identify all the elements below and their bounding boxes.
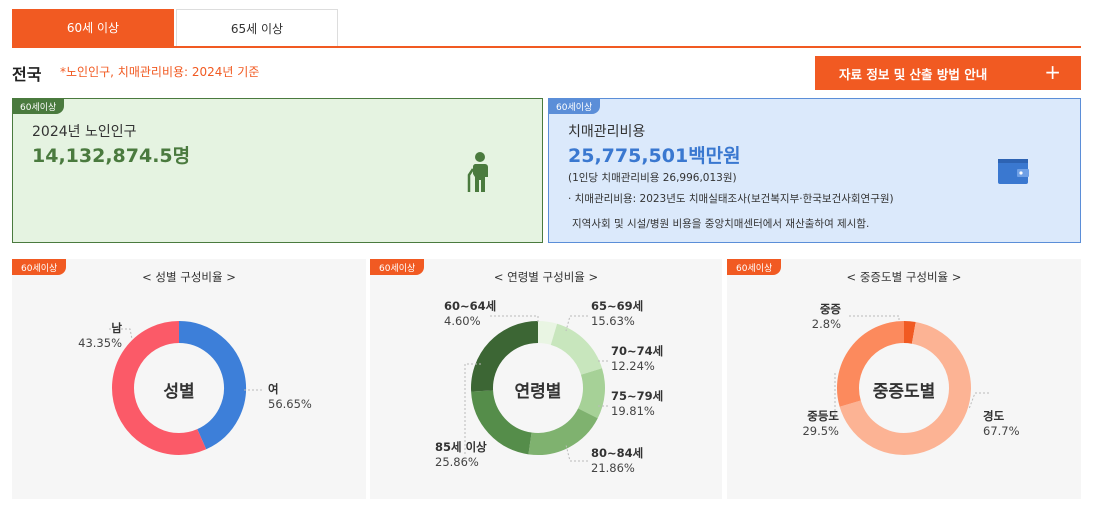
slice-label-moderate: 중등도 29.5%: [802, 409, 839, 438]
slice-label-severe: 중증 2.8%: [811, 302, 841, 331]
plus-icon: +: [1044, 60, 1061, 84]
age-tabs: 60세 이상 65세 이상: [12, 9, 1081, 48]
population-card: 60세이상 2024년 노인인구 14,132,874.5명: [12, 98, 543, 243]
slice-60-64[interactable]: [537, 321, 558, 345]
tab-65-plus[interactable]: 65세 이상: [176, 9, 338, 46]
severity-chart-panel: 60세이상 < 중증도별 구성비율 > 중증도별 중증 2.8% 경도 67.7…: [727, 259, 1081, 499]
donut-center-label: 중증도별: [872, 382, 936, 402]
population-label: 2024년 노인인구: [32, 124, 137, 140]
data-basis-note: *노인인구, 치매관리비용: 2024년 기준: [60, 65, 260, 79]
age-badge: 60세이상: [548, 98, 601, 114]
leader-line: [849, 315, 900, 322]
slice-label-female: 여 56.65%: [268, 382, 312, 411]
leader-line: [565, 444, 588, 462]
dementia-cost-card: 60세이상 치매관리비용 25,775,501백만원 (1인당 치매관리비용 2…: [548, 98, 1081, 243]
slice-severe[interactable]: [903, 321, 916, 344]
slice-label-60-64: 60~64세 4.60%: [444, 299, 497, 328]
cost-value: 25,775,501백만원: [568, 145, 741, 167]
slice-75-79[interactable]: [528, 407, 598, 455]
age-chart-panel: 60세이상 < 연령별 구성비율 > 연령별 60~64세 4.60% 65~6…: [370, 259, 722, 499]
slice-label-70-74: 70~74세 12.24%: [611, 344, 664, 373]
data-guide-label: 자료 정보 및 산출 방법 안내: [839, 66, 988, 82]
slice-label-85-plus: 85세 이상 25.86%: [435, 440, 487, 469]
slice-label-mild: 경도 67.7%: [983, 409, 1020, 438]
slice-label-65-69: 65~69세 15.63%: [591, 299, 644, 328]
age-badge: 60세이상: [12, 98, 65, 114]
slice-label-male: 남 43.35%: [78, 321, 122, 350]
cost-method-note: 지역사회 및 시설/병원 비용을 중앙치매센터에서 재산출하여 제시함.: [572, 218, 870, 230]
slice-70-74[interactable]: [577, 368, 605, 419]
slice-label-80-84: 80~84세 21.86%: [591, 446, 644, 475]
slice-65-69[interactable]: [550, 323, 603, 376]
tab-60-plus[interactable]: 60세 이상: [12, 9, 174, 46]
population-value: 14,132,874.5명: [32, 145, 191, 167]
leader-line: [968, 392, 989, 410]
wallet-icon: [998, 159, 1029, 184]
donut-center-label: 성별: [163, 382, 195, 402]
cost-label: 치매관리비용: [568, 124, 646, 140]
elderly-person-icon: [467, 152, 488, 192]
gender-chart-panel: 60세이상 < 성별 구성비율 > 성별 남 43.35% 여 56.65%: [12, 259, 366, 499]
region-title: 전국: [12, 65, 42, 84]
donut-center-label: 연령별: [514, 382, 562, 402]
data-guide-button[interactable]: 자료 정보 및 산출 방법 안내 +: [815, 56, 1081, 90]
per-person-cost: (1인당 치매관리비용 26,996,013원): [568, 172, 737, 184]
cost-source-note: · 치매관리비용: 2023년도 치매실태조사(보건복지부·한국보건사회연구원): [568, 193, 894, 205]
slice-label-75-79: 75~79세 19.81%: [611, 389, 664, 418]
